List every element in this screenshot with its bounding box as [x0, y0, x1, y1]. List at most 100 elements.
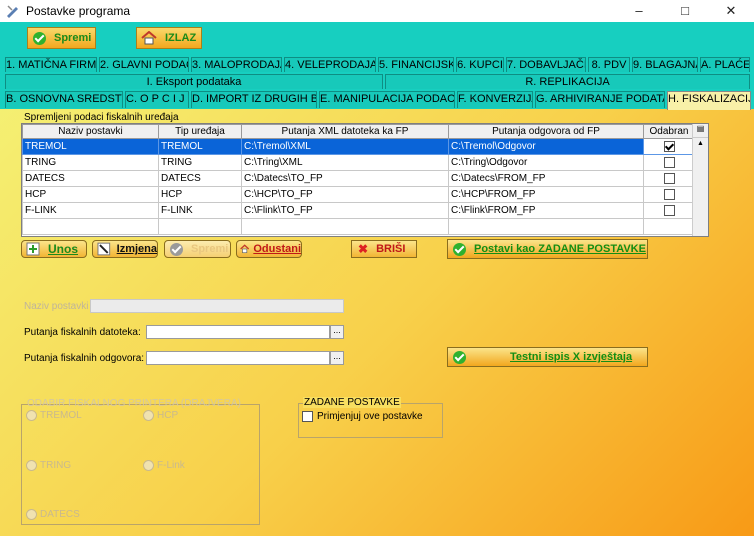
cell-xml[interactable]: C:\Flink\TO_FP [241, 202, 449, 219]
tab-opcije[interactable]: C. O P C I J E [125, 91, 189, 108]
odabran-checkbox[interactable] [663, 140, 675, 152]
unos-button[interactable]: Unos [21, 240, 87, 258]
col-header-tip[interactable]: Tip uređaja [158, 124, 242, 139]
cell-tip[interactable]: F-LINK [158, 202, 242, 219]
scroll-up-icon[interactable]: ▲ [693, 138, 708, 150]
tab-label: E. MANIPULACIJA PODACIMA [320, 93, 455, 105]
table-row-empty[interactable] [22, 218, 695, 235]
odabran-checkbox[interactable] [663, 204, 675, 216]
radio-label: HCP [157, 410, 179, 421]
table-row[interactable]: TRING TRING C:\Tring\XML C:\Tring\Odgovo… [22, 154, 695, 171]
exit-button[interactable]: IZLAZ [136, 27, 202, 49]
maximize-button[interactable]: □ [662, 0, 708, 22]
cell-odabran[interactable] [643, 154, 695, 171]
set-default-button[interactable]: Postavi kao ZADANE POSTAVKE [447, 239, 648, 259]
cell-odgovor[interactable]: C:\Flink\FROM_FP [448, 202, 644, 219]
save-button[interactable]: Spremi [27, 27, 96, 49]
putanja-odgovora-input[interactable] [146, 351, 330, 365]
cell-odgovor[interactable]: C:\HCP\FROM_FP [448, 186, 644, 203]
cell-odabran[interactable] [643, 138, 695, 155]
odabran-checkbox[interactable] [663, 172, 675, 184]
cell-odabran[interactable] [643, 170, 695, 187]
radio-tring[interactable]: TRING [26, 460, 71, 471]
izmjena-button[interactable]: Izmjena [92, 240, 158, 258]
browse-odgovora-button[interactable]: ... [330, 351, 344, 365]
cell-naziv[interactable]: F-LINK [22, 202, 159, 219]
odabran-checkbox[interactable] [663, 188, 675, 200]
browse-datoteka-button[interactable]: ... [330, 325, 344, 339]
radio-datecs[interactable]: DATECS [26, 509, 80, 520]
tab-eksport-podataka[interactable]: I. Eksport podataka [5, 74, 383, 89]
table-row[interactable]: HCP HCP C:\HCP\TO_FP C:\HCP\FROM_FP [22, 186, 695, 203]
tab-label: 1. MATIČNA FIRMA [6, 59, 97, 71]
cell-naziv[interactable]: TRING [22, 154, 159, 171]
cell-odgovor[interactable]: C:\Datecs\FROM_FP [448, 170, 644, 187]
cell-naziv[interactable]: DATECS [22, 170, 159, 187]
odabran-checkbox[interactable] [663, 156, 675, 168]
tab-pdv[interactable]: 8. PDV [588, 57, 630, 72]
cell-odabran[interactable] [643, 202, 695, 219]
tab-blagajna[interactable]: 9. BLAGAJNA [632, 57, 698, 72]
close-button[interactable]: ✕ [708, 0, 754, 22]
col-header-odabran[interactable]: Odabran [643, 124, 695, 139]
radio-flink[interactable]: F-Link [143, 460, 185, 471]
cell-tip[interactable]: TRING [158, 154, 242, 171]
grid-scrollbar[interactable]: ▤ ▲ [692, 124, 708, 236]
defaults-group-title: ZADANE POSTAVKE [303, 397, 401, 408]
table-row[interactable]: DATECS DATECS C:\Datecs\TO_FP C:\Datecs\… [22, 170, 695, 187]
browse-label: ... [333, 325, 341, 335]
check-icon [453, 242, 466, 256]
table-row[interactable]: F-LINK F-LINK C:\Flink\TO_FP C:\Flink\FR… [22, 202, 695, 219]
minimize-button[interactable]: – [616, 0, 662, 22]
cell-xml[interactable]: C:\Datecs\TO_FP [241, 170, 449, 187]
putanja-datoteka-input[interactable] [146, 325, 330, 339]
radio-hcp[interactable]: HCP [143, 410, 178, 421]
cell-tip[interactable]: HCP [158, 186, 242, 203]
naziv-input[interactable] [90, 299, 344, 313]
tab-manipulacija[interactable]: E. MANIPULACIJA PODACIMA [319, 91, 455, 108]
devices-grid[interactable]: Naziv postavki Tip uređaja Putanja XML d… [21, 123, 709, 237]
tab-financijsko[interactable]: 5. FINANCIJSKO [378, 57, 454, 72]
table-row[interactable]: TREMOL TREMOL C:\Tremol\XML C:\Tremol\Od… [22, 138, 695, 155]
cell-xml[interactable]: C:\Tremol\XML [241, 138, 449, 155]
tab-replikacija[interactable]: R. REPLIKACIJA [385, 74, 750, 89]
cell-xml[interactable]: C:\Tring\XML [241, 154, 449, 171]
set-default-label: Postavi kao ZADANE POSTAVKE [474, 243, 646, 255]
tab-label: 5. FINANCIJSKO [379, 59, 453, 71]
tab-maloprodaja[interactable]: 3. MALOPRODAJA [191, 57, 282, 72]
save-label: Spremi [54, 32, 92, 44]
col-header-xml[interactable]: Putanja XML datoteka ka FP [241, 124, 449, 139]
test-print-button[interactable]: Testni ispis X izvještaja [447, 347, 648, 367]
tab-import[interactable]: D. IMPORT IZ DRUGIH BAZA [191, 91, 317, 108]
grid-settings-icon[interactable]: ▤ [693, 124, 708, 138]
cell-odgovor[interactable]: C:\Tring\Odgovor [448, 154, 644, 171]
tab-veleprodaja[interactable]: 4. VELEPRODAJA [284, 57, 376, 72]
tab-dobavljaci[interactable]: 7. DOBAVLJAČI [506, 57, 586, 72]
cell-odgovor[interactable]: C:\Tremol\Odgovor [448, 138, 644, 155]
tab-fiskalizacija[interactable]: H. FISKALIZACIJA [667, 91, 751, 110]
cell-naziv[interactable]: HCP [22, 186, 159, 203]
tab-konverzija[interactable]: F. KONVERZIJA [457, 91, 533, 108]
col-header-odgovor[interactable]: Putanja odgovora od FP [448, 124, 644, 139]
cell-odabran[interactable] [643, 186, 695, 203]
spremi-button[interactable]: Spremi [164, 240, 231, 258]
brisi-button[interactable]: ✖ BRIŠI [351, 240, 417, 258]
tab-place[interactable]: A. PLAĆE [700, 57, 750, 72]
radio-label: TREMOL [40, 410, 82, 421]
cell-naziv[interactable]: TREMOL [22, 138, 159, 155]
tab-osnovna-sredstva[interactable]: B. OSNOVNA SREDSTVA [5, 91, 123, 108]
radio-icon [143, 460, 154, 471]
cell-tip[interactable]: TREMOL [158, 138, 242, 155]
cell-tip[interactable]: DATECS [158, 170, 242, 187]
col-header-naziv[interactable]: Naziv postavki [22, 124, 159, 139]
cell-xml[interactable]: C:\HCP\TO_FP [241, 186, 449, 203]
tab-kupci[interactable]: 6. KUPCI [456, 57, 504, 72]
odustani-button[interactable]: Odustani [236, 240, 302, 258]
radio-icon [26, 509, 37, 520]
apply-defaults-checkbox[interactable]: Primjenjuj ove postavke [302, 411, 423, 422]
tab-maticna-firma[interactable]: 1. MATIČNA FIRMA [5, 57, 97, 72]
tab-arhiviranje[interactable]: G. ARHIVIRANJE PODATAKA [535, 91, 665, 108]
tab-glavni-podaci[interactable]: 2. GLAVNI PODACI [99, 57, 189, 72]
app-icon [7, 5, 18, 18]
radio-tremol[interactable]: TREMOL [26, 410, 82, 421]
